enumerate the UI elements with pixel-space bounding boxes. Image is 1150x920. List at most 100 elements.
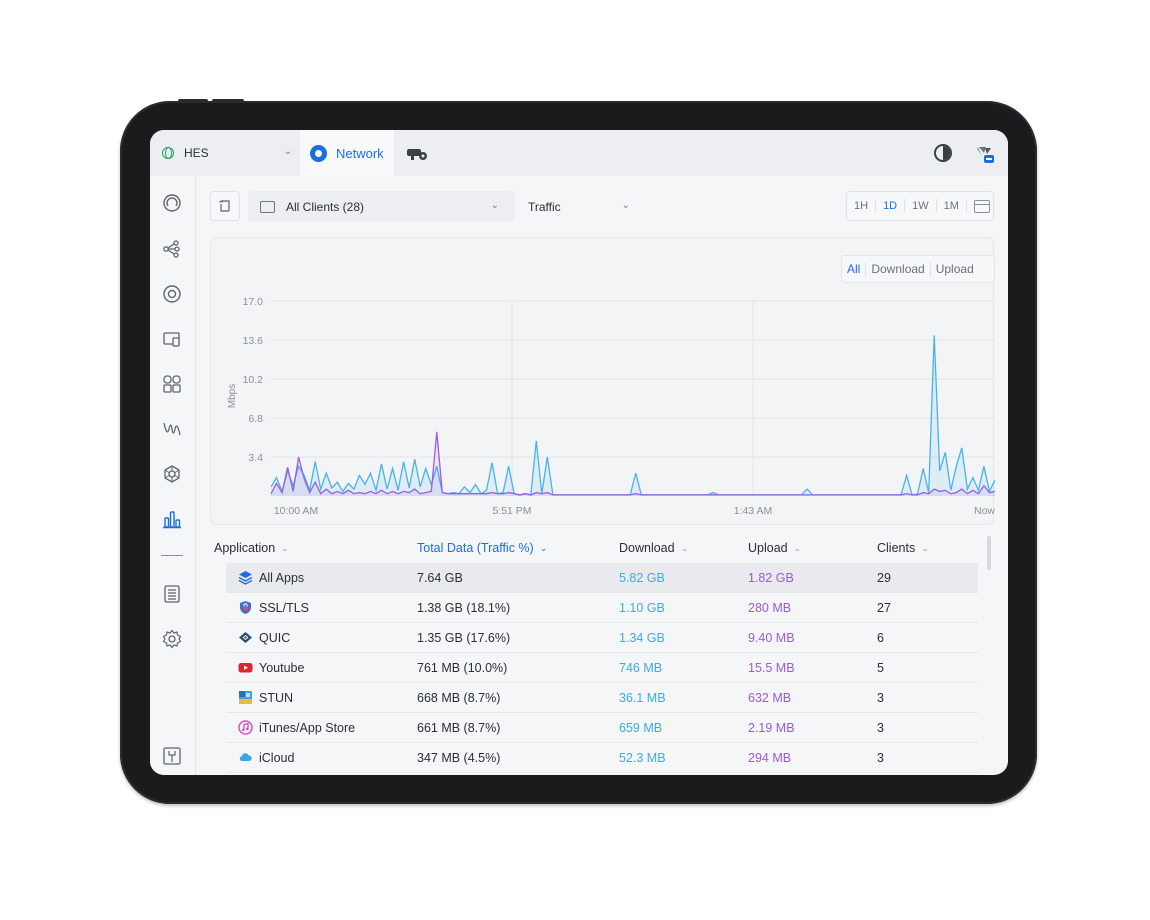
theme-toggle-icon[interactable]	[934, 144, 952, 162]
shield-lock-icon	[240, 601, 251, 614]
itunes-icon	[238, 720, 253, 735]
app-name: SSL/TLS	[259, 601, 310, 615]
app-name: iCloud	[259, 751, 295, 765]
tablet-button	[212, 99, 244, 103]
upload-value: 2.19 MB	[748, 721, 795, 735]
clients-dropdown-label: All Clients (28)	[286, 199, 365, 214]
dashboard-icon[interactable]	[162, 193, 182, 213]
clients-count: 3	[877, 751, 884, 765]
sort-icon: ⌄	[793, 542, 802, 553]
x-tick-label: 1:43 AM	[734, 505, 773, 517]
chevron-down-icon: ⌄	[621, 200, 630, 211]
metric-dropdown[interactable]: Traffic ⌄	[516, 191, 646, 222]
range-1m[interactable]: 1M	[937, 199, 967, 213]
range-1w[interactable]: 1W	[905, 199, 937, 213]
sidebar-divider	[161, 555, 183, 556]
globe-icon	[162, 147, 174, 159]
table-row[interactable]: iCloud 347 MB (4.5%) 52.3 MB 294 MB 3	[226, 743, 978, 773]
clients-dropdown[interactable]: All Clients (28) ⌄	[248, 191, 515, 222]
sort-icon: ⌄	[539, 542, 548, 553]
traffic-chart-card: All Download Upload 17.0 13.6 10.2 6.8 3.4 Mb…	[210, 237, 995, 525]
table-row[interactable]: All Apps 7.64 GB 5.82 GB 1.82 GB 29	[226, 563, 978, 593]
clients-count: 27	[877, 601, 891, 615]
quic-icon	[239, 632, 252, 643]
download-value: 1.10 GB	[619, 601, 665, 615]
traffic-chart: 17.0 13.6 10.2 6.8 3.4 Mbps 10:00 AM 5:51 PM 1:4…	[227, 296, 995, 517]
table-row[interactable]: iTunes/App Store 661 MB (8.7%) 659 MB 2.…	[226, 713, 978, 743]
metric-dropdown-label: Traffic	[528, 199, 561, 214]
app-name: STUN	[259, 691, 294, 705]
total-data: 761 MB (10.0%)	[417, 661, 508, 675]
layers-icon	[238, 571, 253, 585]
header-application[interactable]: Application ⌄	[214, 541, 289, 555]
header-download-label: Download	[619, 541, 675, 555]
header-upload-label: Upload	[748, 541, 788, 555]
range-1d[interactable]: 1D	[876, 199, 906, 213]
total-data: 1.38 GB (18.1%)	[417, 601, 511, 615]
header-download[interactable]: Download ⌄	[619, 541, 688, 555]
y-tick-label: 17.0	[243, 296, 264, 308]
icloud-icon	[239, 753, 252, 761]
insights-icon[interactable]	[162, 509, 182, 529]
series-line-download	[270, 335, 995, 496]
topology-icon[interactable]	[162, 239, 182, 259]
refresh-button[interactable]	[210, 191, 240, 221]
calendar-icon[interactable]	[973, 199, 990, 213]
header-application-label: Application	[214, 541, 276, 555]
tablet-button	[178, 99, 208, 103]
main-content: All Clients (28) ⌄ Traffic ⌄ 1H 1D 1W 1M…	[196, 176, 1008, 775]
table-row[interactable]: QUIC 1.35 GB (17.6%) 1.34 GB 9.40 MB 6	[226, 623, 978, 653]
client-devices-icon[interactable]	[162, 329, 182, 349]
table-row[interactable]: SSL/TLS 1.38 GB (18.1%) 1.10 GB 280 MB 2…	[226, 593, 978, 623]
top-bar: HES ⌄ Network	[150, 130, 1008, 176]
header-upload[interactable]: Upload ⌄	[748, 541, 801, 555]
table-row[interactable]: STUN 668 MB (8.7%) 36.1 MB 632 MB 3	[226, 683, 978, 713]
sort-icon: ⌄	[921, 542, 929, 553]
total-data: 347 MB (4.5%)	[417, 751, 501, 765]
clients-count: 6	[877, 631, 884, 645]
security-icon[interactable]	[162, 464, 182, 484]
account-icon[interactable]	[969, 144, 995, 164]
site-selector[interactable]: HES ⌄	[162, 143, 292, 163]
devices-icon[interactable]	[162, 284, 182, 304]
upload-value: 1.82 GB	[748, 571, 794, 585]
table-scrollbar[interactable]	[987, 536, 991, 570]
x-tick-label: 10:00 AM	[274, 505, 318, 517]
y-tick-label: 10.2	[243, 374, 264, 386]
app-name: iTunes/App Store	[259, 721, 356, 735]
stun-icon	[239, 691, 252, 704]
header-clients[interactable]: Clients ⌄	[877, 541, 929, 555]
clients-count: 3	[877, 721, 884, 735]
logs-icon[interactable]	[162, 584, 182, 604]
header-total-data[interactable]: Total Data (Traffic %) ⌄	[417, 541, 547, 555]
radios-icon[interactable]	[162, 419, 182, 439]
devices-icon	[260, 200, 275, 213]
ports-icon[interactable]	[162, 374, 182, 394]
time-range-selector: 1H 1D 1W 1M	[846, 191, 994, 221]
total-data: 661 MB (8.7%)	[417, 721, 501, 735]
upload-value: 632 MB	[748, 691, 792, 705]
chevron-down-icon: ⌄	[283, 146, 292, 157]
system-icon[interactable]	[162, 746, 182, 766]
upload-value: 9.40 MB	[748, 631, 795, 645]
total-data: 668 MB (8.7%)	[417, 691, 501, 705]
range-1h[interactable]: 1H	[847, 199, 877, 213]
y-axis-label: Mbps	[227, 384, 238, 408]
download-value: 746 MB	[619, 661, 663, 675]
protect-camera-icon[interactable]	[405, 144, 429, 162]
screen: HES ⌄ Network All Clients (28) ⌄ Traffic…	[150, 130, 1008, 775]
sidebar	[150, 176, 196, 775]
settings-icon[interactable]	[162, 629, 182, 649]
app-name: All Apps	[259, 571, 305, 585]
tab-network[interactable]: Network	[300, 130, 394, 176]
sort-icon: ⌄	[680, 542, 689, 553]
upload-value: 15.5 MB	[748, 661, 795, 675]
x-tick-label: 5:51 PM	[492, 505, 531, 517]
y-tick-label: 3.4	[248, 452, 263, 464]
refresh-icon	[219, 200, 230, 212]
download-value: 659 MB	[619, 721, 663, 735]
y-tick-label: 6.8	[248, 413, 263, 425]
download-value: 5.82 GB	[619, 571, 665, 585]
table-row[interactable]: Youtube 761 MB (10.0%) 746 MB 15.5 MB 5	[226, 653, 978, 683]
header-total-label: Total Data (Traffic %)	[417, 541, 534, 555]
